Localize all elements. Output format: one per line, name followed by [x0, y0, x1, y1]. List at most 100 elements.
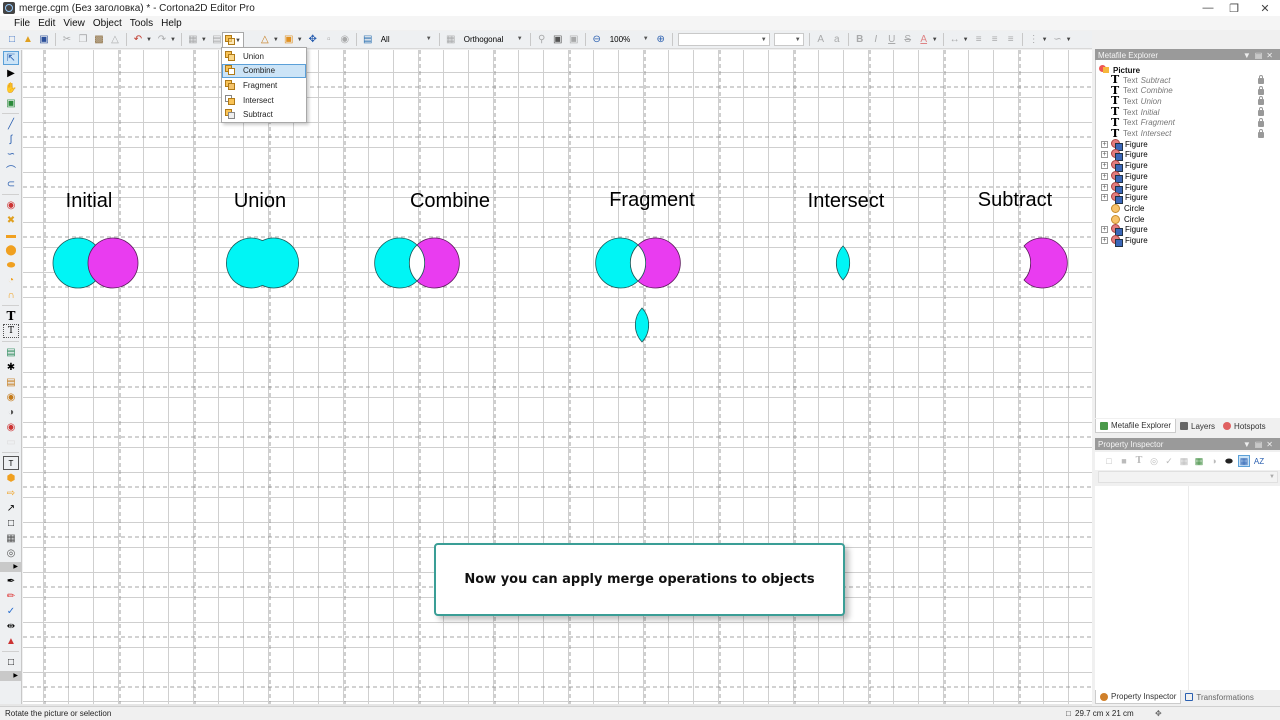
save-icon[interactable]: ▣	[37, 33, 51, 47]
initial-magenta-circle[interactable]	[87, 237, 139, 289]
clear-icon[interactable]: △	[108, 33, 122, 47]
union-shape-group[interactable]	[226, 237, 299, 289]
label-tool-icon[interactable]: T	[3, 456, 19, 470]
polyline-tool-icon[interactable]: ∫	[3, 132, 19, 146]
tools-more-button[interactable]: ▶	[0, 562, 21, 572]
tree-item-text[interactable]: T Text Fragment	[1111, 117, 1264, 128]
categorized-icon[interactable]: ▦	[1238, 455, 1250, 467]
shrink-font-icon[interactable]: a	[830, 33, 844, 47]
drawing-canvas[interactable]: Initial Union Combine Fragment Intersect…	[23, 50, 1092, 704]
align-left-icon[interactable]: ≡	[972, 33, 986, 47]
zoom-out-icon[interactable]: ⊖	[590, 33, 604, 47]
restore-button[interactable]: ❐	[1219, 0, 1249, 16]
lock-icon[interactable]	[1258, 85, 1264, 95]
redo-dropdown-icon[interactable]: ▼	[170, 37, 176, 43]
fill-tool-icon[interactable]: ▲	[3, 634, 19, 648]
tree-item-figure[interactable]: + Figure	[1101, 181, 1148, 194]
font-size-select[interactable]: ▼	[773, 33, 804, 46]
callout-tool-icon[interactable]: ▤	[3, 375, 19, 389]
transform-icon[interactable]: ▫	[322, 33, 336, 47]
tree-item-figure[interactable]: + Figure	[1101, 138, 1148, 151]
outline-icon[interactable]: □	[1103, 455, 1115, 467]
tab-transformations[interactable]: Transformations	[1181, 690, 1258, 704]
line-tool-icon[interactable]: ╱	[3, 117, 19, 131]
tree-item-figure[interactable]: + Figure	[1101, 192, 1148, 205]
font-family-select[interactable]: ▼	[677, 33, 770, 46]
flip-icon[interactable]: △	[258, 33, 272, 47]
tree-item-text[interactable]: T Text Combine	[1111, 85, 1264, 96]
ellipse-tool-icon[interactable]: ⬬	[3, 258, 19, 272]
connector-select[interactable]: Orthogonal ▼	[461, 33, 525, 46]
subtract-shape-group[interactable]	[1023, 237, 1068, 289]
tree-item-circle[interactable]: Circle	[1111, 203, 1144, 213]
underline-icon[interactable]: U	[885, 33, 899, 47]
menu-object[interactable]: Object	[89, 18, 126, 29]
move-icon[interactable]: ✥	[306, 33, 320, 47]
pencil-tool-icon[interactable]: ✏	[3, 589, 19, 603]
pan-tool-icon[interactable]: ✋	[3, 81, 19, 95]
flip-dropdown-icon[interactable]: ▼	[273, 37, 279, 43]
style-icon[interactable]: ◑	[1208, 455, 1220, 467]
hotspot-tool-icon[interactable]: ◉	[3, 390, 19, 404]
line-spacing-dropdown-icon[interactable]: ▼	[1042, 37, 1048, 43]
polygon-tool-icon[interactable]: ⬢	[3, 471, 19, 485]
char-spacing-dropdown-icon[interactable]: ▼	[963, 37, 969, 43]
menu-edit[interactable]: Edit	[34, 18, 59, 29]
expand-icon[interactable]: +	[1101, 162, 1108, 170]
label-intersect[interactable]: Intersect	[808, 190, 885, 213]
check-icon[interactable]: ✓	[1163, 455, 1175, 467]
add-hotspot-icon[interactable]: ◑	[3, 405, 19, 419]
bold-icon[interactable]: B	[853, 33, 867, 47]
expand-icon[interactable]: +	[1101, 226, 1108, 234]
label-subtract[interactable]: Subtract	[978, 189, 1052, 212]
initial-shape-group[interactable]	[52, 237, 139, 289]
lock-icon[interactable]	[1258, 107, 1264, 117]
expand-icon[interactable]: +	[1101, 194, 1108, 202]
tab-layers[interactable]: Layers	[1176, 419, 1219, 433]
ellipse-props-icon[interactable]: ⬬	[1223, 455, 1235, 467]
settings-icon[interactable]: ▦	[1193, 455, 1205, 467]
menu-view[interactable]: View	[59, 18, 89, 29]
grow-font-icon[interactable]: A	[814, 33, 828, 47]
reference-tool-icon[interactable]: ◎	[3, 546, 19, 560]
marker-tool-icon[interactable]: ✖	[3, 213, 19, 227]
image-tool-icon[interactable]: ▤	[3, 345, 19, 359]
label-combine[interactable]: Combine	[410, 190, 490, 213]
grid-props-icon[interactable]: ▦	[1178, 455, 1190, 467]
label-union[interactable]: Union	[234, 190, 286, 213]
pen-tool-icon[interactable]: ✒	[3, 574, 19, 588]
symbol-tool-icon[interactable]: ✱	[3, 360, 19, 374]
align-center-icon[interactable]: ≡	[988, 33, 1002, 47]
menu-file[interactable]: File	[10, 18, 34, 29]
circle-tool-icon[interactable]: ⬤	[3, 243, 19, 257]
tab-property-inspector[interactable]: Property Inspector	[1095, 690, 1182, 704]
expand-icon[interactable]: +	[1101, 237, 1108, 244]
eyedropper-tool-icon[interactable]: ✓	[3, 604, 19, 618]
menu-help[interactable]: Help	[157, 18, 186, 29]
strikethrough-icon[interactable]: S	[901, 33, 915, 47]
region-tool-icon[interactable]: ▭	[3, 435, 19, 449]
open-file-icon[interactable]: ▲	[21, 33, 35, 47]
arrange-icon[interactable]: ▣	[282, 33, 296, 47]
lock-icon[interactable]	[1258, 96, 1264, 106]
expand-icon[interactable]: +	[1101, 172, 1108, 180]
copy-icon[interactable]: ❐	[76, 33, 90, 47]
combine-shape-group[interactable]	[374, 237, 460, 289]
menu-item-fragment[interactable]: Fragment	[222, 78, 306, 93]
select-tool-icon[interactable]: ⇱	[3, 51, 19, 65]
undo-dropdown-icon[interactable]: ▼	[146, 37, 152, 43]
label-fragment[interactable]: Fragment	[609, 189, 695, 212]
close-button[interactable]: ✕	[1250, 0, 1280, 16]
object-select[interactable]: ▼	[1098, 471, 1278, 483]
menu-item-intersect[interactable]: Intersect	[222, 93, 306, 108]
fill-icon[interactable]: ■	[1118, 455, 1130, 467]
tree-item-figure[interactable]: + Figure	[1101, 170, 1148, 183]
intersect-shape-group[interactable]	[836, 245, 850, 281]
union-figure[interactable]	[226, 237, 299, 289]
sort-az-icon[interactable]: AZ	[1253, 455, 1265, 467]
zoom-area-icon[interactable]: ⚲	[535, 33, 549, 47]
tree-item-text[interactable]: T Text Subtract	[1111, 74, 1264, 85]
tree-item-figure[interactable]: + Figure	[1101, 235, 1148, 247]
balloon-tool-icon[interactable]: □	[3, 516, 19, 530]
rectangle-tool-icon[interactable]: ▬	[3, 228, 19, 242]
